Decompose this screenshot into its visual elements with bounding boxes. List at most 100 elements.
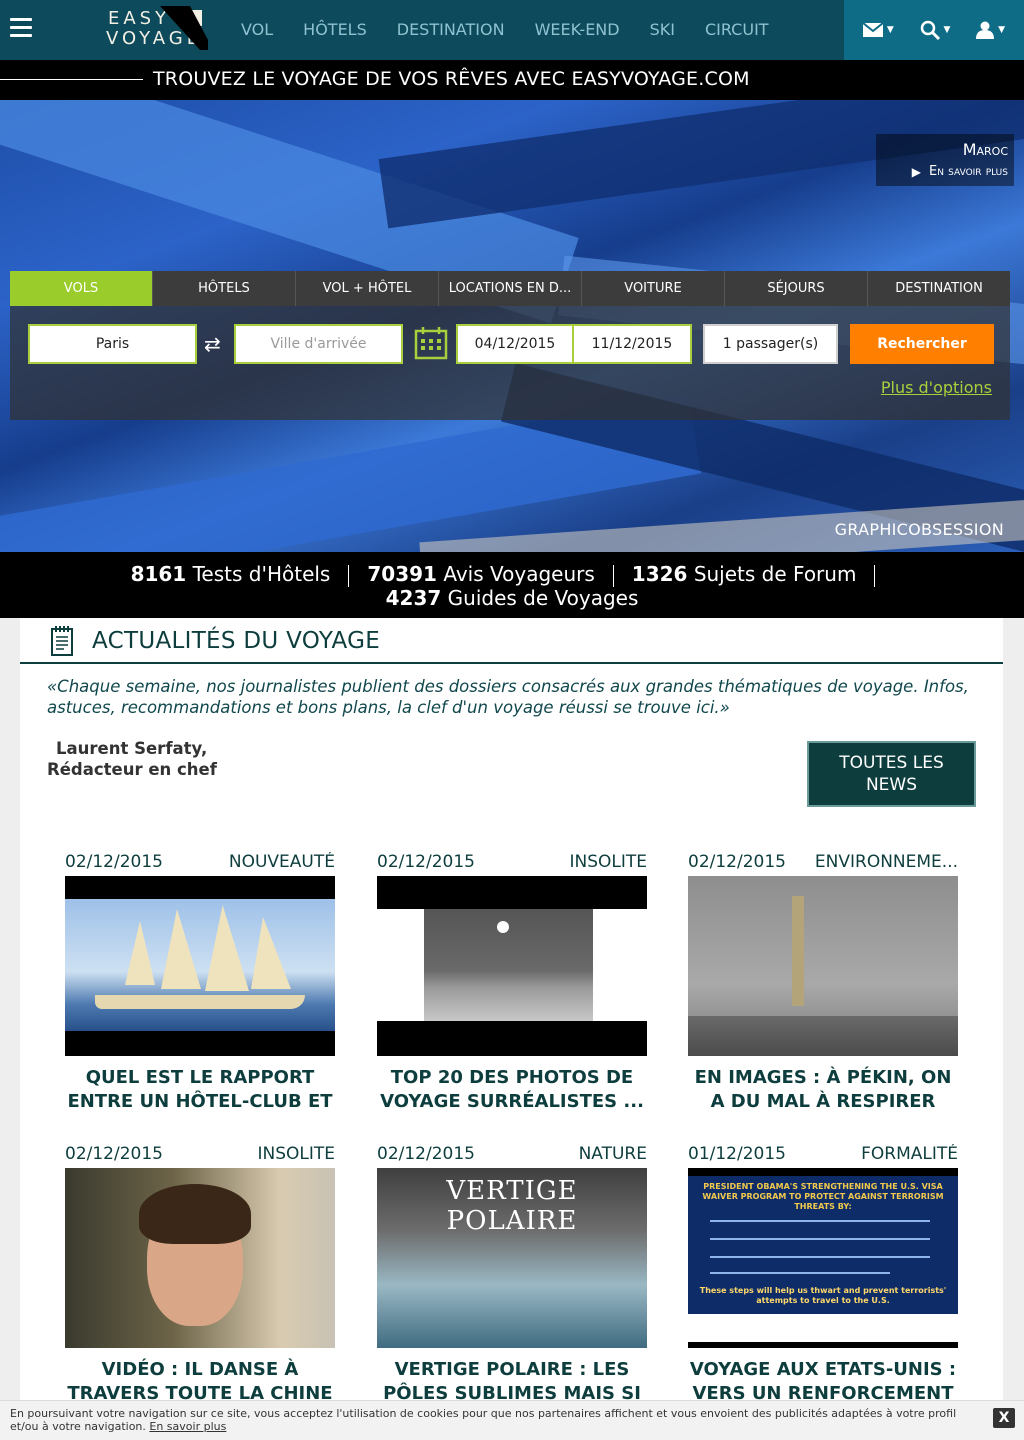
visa-infographic-footer: These steps will help us thwart and prev… bbox=[699, 1286, 947, 1305]
card-title[interactable]: VOYAGE AUX ETATS-UNIS : VERS UN RENFORCE… bbox=[688, 1358, 958, 1406]
tab-destination[interactable]: DESTINATION bbox=[868, 271, 1010, 306]
news-section: ACTUALITÉS DU VOYAGE «Chaque semaine, no… bbox=[20, 618, 1003, 1440]
card-title[interactable]: VERTIGE POLAIRE : LES PÔLES SUBLIMES MAI… bbox=[377, 1358, 647, 1406]
departure-date-input[interactable]: 04/12/2015 bbox=[456, 324, 574, 364]
cookie-message: En poursuivant votre navigation sur ce s… bbox=[10, 1407, 957, 1433]
card-date: 02/12/2015 bbox=[65, 852, 163, 872]
chevron-down-icon: ▼ bbox=[886, 25, 894, 35]
news-card[interactable]: 02/12/2015 NATURE VERTIGE POLAIRE VERTIGE… bbox=[377, 1144, 647, 1406]
menu-item-vol[interactable]: VOL bbox=[226, 0, 288, 60]
search-button[interactable]: Rechercher bbox=[850, 324, 994, 364]
close-icon[interactable]: X bbox=[993, 1408, 1015, 1428]
destination-promo[interactable]: Maroc ▶ En savoir plus bbox=[876, 134, 1014, 186]
card-date: 02/12/2015 bbox=[377, 1144, 475, 1164]
news-card[interactable]: 02/12/2015 INSOLITE VIDÉO : IL DANSE À TR… bbox=[65, 1144, 335, 1406]
easyvoyage-logo[interactable]: EASY VOYAGE bbox=[104, 6, 208, 52]
sailing-ship-image[interactable] bbox=[65, 876, 335, 1056]
card-category[interactable]: FORMALITÉ bbox=[861, 1144, 958, 1166]
card-title[interactable]: QUEL EST LE RAPPORT ENTRE UN HÔTEL-CLUB … bbox=[65, 1066, 335, 1114]
card-date: 02/12/2015 bbox=[377, 852, 475, 872]
news-card[interactable]: 02/12/2015 NOUVEAUTÉ QUEL EST LE RAPPORT … bbox=[65, 852, 335, 1114]
cookie-more-link[interactable]: En savoir plus bbox=[149, 1420, 226, 1433]
search-icon bbox=[920, 20, 940, 40]
user-icon bbox=[976, 21, 995, 39]
play-icon: ▶ bbox=[911, 164, 922, 179]
news-title: ACTUALITÉS DU VOYAGE bbox=[92, 628, 381, 654]
photo-credit: GRAPHICOBSESSION bbox=[834, 520, 1004, 539]
card-date: 02/12/2015 bbox=[688, 852, 786, 872]
face-closeup-image[interactable] bbox=[65, 1168, 335, 1348]
all-news-button[interactable]: TOUTES LES NEWS bbox=[807, 741, 976, 807]
promo-destination-name: Maroc bbox=[962, 140, 1008, 159]
news-card[interactable]: 02/12/2015 ENVIRONNEME... EN IMAGES : À P… bbox=[688, 852, 958, 1114]
passengers-select[interactable]: 1 passager(s) bbox=[703, 324, 838, 364]
polar-image-title: VERTIGE POLAIRE bbox=[446, 1176, 578, 1236]
search-dropdown[interactable]: ▼ bbox=[920, 20, 951, 40]
tab-voiture[interactable]: VOITURE bbox=[582, 271, 725, 306]
logo-swoosh-icon bbox=[160, 6, 208, 50]
tab-vols[interactable]: VOLS bbox=[10, 271, 153, 306]
tagline-bar: TROUVEZ LE VOYAGE DE VOS RÊVES AVEC EASY… bbox=[0, 60, 1024, 100]
main-menu: VOL HÔTELS DESTINATION WEEK-END SKI CIRC… bbox=[226, 0, 784, 60]
arrival-city-input[interactable]: Ville d'arrivée bbox=[234, 324, 403, 364]
tab-hotels[interactable]: HÔTELS bbox=[153, 271, 296, 306]
calendar-icon[interactable] bbox=[414, 326, 448, 360]
card-date: 02/12/2015 bbox=[65, 1144, 163, 1164]
nav-right-tools: ▼ ▼ ▼ bbox=[844, 0, 1024, 60]
card-title[interactable]: VIDÉO : IL DANSE À TRAVERS TOUTE LA CHIN… bbox=[65, 1358, 335, 1406]
stat-traveler-reviews[interactable]: 70391 Avis Voyageurs bbox=[367, 562, 594, 586]
beijing-smog-image[interactable] bbox=[688, 876, 958, 1056]
card-category[interactable]: NOUVEAUTÉ bbox=[229, 852, 335, 874]
card-title[interactable]: TOP 20 DES PHOTOS DE VOYAGE SURRÉALISTES… bbox=[377, 1066, 647, 1114]
site-stats-bar: 8161 Tests d'Hôtels 70391 Avis Voyageurs 1… bbox=[0, 552, 1024, 618]
news-header: ACTUALITÉS DU VOYAGE bbox=[20, 618, 1003, 664]
menu-item-hotels[interactable]: HÔTELS bbox=[288, 0, 382, 60]
stat-travel-guides[interactable]: 4237 Guides de Voyages bbox=[386, 586, 639, 610]
chevron-down-icon: ▼ bbox=[943, 25, 951, 35]
all-news-line-2: NEWS bbox=[865, 775, 918, 795]
author-role: Rédacteur en chef bbox=[47, 760, 217, 779]
departure-city-input[interactable]: Paris bbox=[28, 324, 197, 364]
promo-more-link[interactable]: ▶ En savoir plus bbox=[912, 164, 1008, 179]
moon-photo-image[interactable] bbox=[377, 876, 647, 1056]
menu-item-week-end[interactable]: WEEK-END bbox=[520, 0, 635, 60]
menu-item-circuit[interactable]: CIRCUIT bbox=[690, 0, 784, 60]
account-dropdown[interactable]: ▼ bbox=[976, 21, 1005, 39]
card-category[interactable]: INSOLITE bbox=[569, 852, 647, 874]
card-category[interactable]: NATURE bbox=[579, 1144, 647, 1166]
card-title[interactable]: EN IMAGES : À PÉKIN, ON A DU MAL À RESPI… bbox=[688, 1066, 958, 1114]
polar-glacier-image[interactable]: VERTIGE POLAIRE bbox=[377, 1168, 647, 1348]
search-tabs: VOLS HÔTELS VOL + HÔTEL LOCATIONS EN D..… bbox=[10, 271, 1010, 306]
all-news-line-1: TOUTES LES bbox=[839, 753, 944, 773]
tab-vol-hotel[interactable]: VOL + HÔTEL bbox=[296, 271, 439, 306]
news-card[interactable]: 02/12/2015 INSOLITE TOP 20 DES PHOTOS DE … bbox=[377, 852, 647, 1114]
news-card[interactable]: 01/12/2015 FORMALITÉ PRESIDENT OBAMA'S ST… bbox=[688, 1144, 958, 1406]
stats-row-1: 8161 Tests d'Hôtels 70391 Avis Voyageurs 1… bbox=[0, 562, 1024, 587]
hamburger-menu-icon[interactable] bbox=[10, 18, 32, 42]
tab-locations[interactable]: LOCATIONS EN D... bbox=[439, 271, 582, 306]
promo-more-label: En savoir plus bbox=[929, 164, 1008, 179]
more-options-link[interactable]: Plus d'options bbox=[881, 378, 992, 397]
tagline-divider bbox=[0, 79, 143, 80]
chevron-down-icon: ▼ bbox=[998, 25, 1006, 35]
news-author: Laurent Serfaty, Rédacteur en chef bbox=[47, 738, 217, 780]
card-date: 01/12/2015 bbox=[688, 1144, 786, 1164]
tab-sejours[interactable]: SÉJOURS bbox=[725, 271, 868, 306]
stats-row-2: 4237 Guides de Voyages bbox=[0, 586, 1024, 610]
card-category[interactable]: INSOLITE bbox=[257, 1144, 335, 1166]
visa-infographic-image[interactable]: PRESIDENT OBAMA'S STRENGTHENING THE U.S.… bbox=[688, 1168, 958, 1348]
return-date-input[interactable]: 11/12/2015 bbox=[572, 324, 692, 364]
news-intro: «Chaque semaine, nos journalistes publie… bbox=[47, 677, 969, 717]
stat-hotel-tests[interactable]: 8161 Tests d'Hôtels bbox=[131, 562, 331, 586]
menu-item-destination[interactable]: DESTINATION bbox=[382, 0, 520, 60]
cookie-consent-bar: En poursuivant votre navigation sur ce s… bbox=[0, 1400, 1024, 1440]
envelope-icon bbox=[862, 23, 883, 37]
newsletter-dropdown[interactable]: ▼ bbox=[862, 23, 894, 37]
top-navigation-bar: EASY VOYAGE VOL HÔTELS DESTINATION WEEK-… bbox=[0, 0, 1024, 60]
card-category[interactable]: ENVIRONNEME... bbox=[815, 852, 958, 874]
tagline-text: TROUVEZ LE VOYAGE DE VOS RÊVES AVEC EASY… bbox=[153, 68, 750, 90]
author-name: Laurent Serfaty, bbox=[56, 739, 208, 758]
swap-cities-icon[interactable]: ⇄ bbox=[204, 332, 221, 356]
stat-forum-topics[interactable]: 1326 Sujets de Forum bbox=[632, 562, 857, 586]
menu-item-ski[interactable]: SKI bbox=[635, 0, 690, 60]
